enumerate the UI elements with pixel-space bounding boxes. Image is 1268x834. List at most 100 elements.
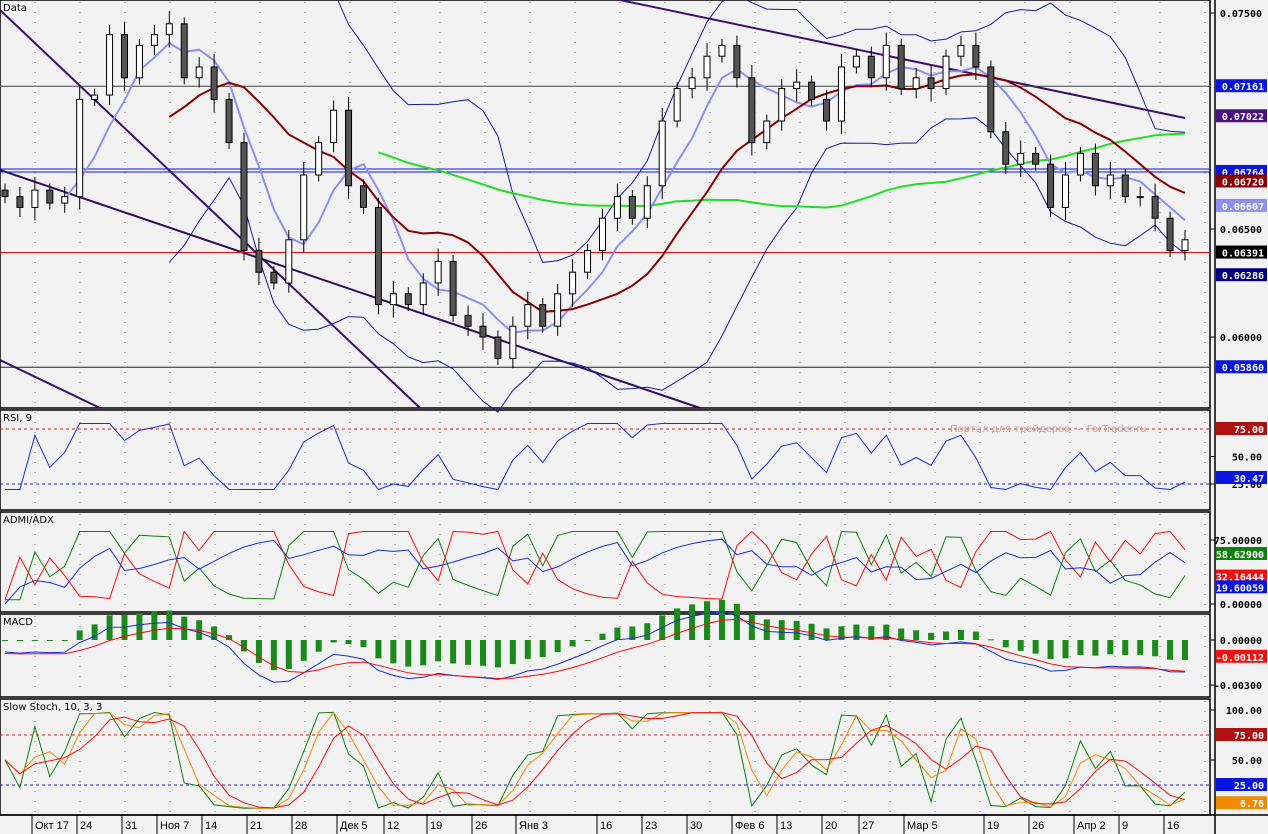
candle-body xyxy=(569,271,577,295)
candle-body xyxy=(1,189,9,198)
candle-body xyxy=(882,44,890,79)
candle-body xyxy=(987,66,995,133)
candle-body xyxy=(31,189,39,208)
price-badge-label: 19.60059 xyxy=(1216,583,1264,594)
candle-body xyxy=(524,304,532,327)
candle-body xyxy=(240,142,248,252)
macd-histogram-bar xyxy=(1047,640,1054,660)
candle-body xyxy=(270,271,278,284)
macd-histogram-bar xyxy=(733,603,740,640)
macd-histogram-bar xyxy=(614,627,621,640)
candle-body xyxy=(419,282,427,306)
panel-frame xyxy=(0,698,1211,816)
macd-histogram-bar xyxy=(943,631,950,640)
macd-histogram-bar xyxy=(420,640,427,666)
candle-body xyxy=(389,293,397,306)
price-badge-label: 0.07161 xyxy=(1222,82,1264,93)
macd-histogram-bar xyxy=(1167,640,1174,660)
price-badge-label: 75.00 xyxy=(1234,425,1264,436)
x-axis-label: 30 xyxy=(690,820,702,832)
candle-body xyxy=(106,34,114,96)
macd-histogram-bar xyxy=(957,629,964,640)
price-badge-label: 0.05860 xyxy=(1222,363,1264,374)
candle-body xyxy=(823,98,831,122)
macd-histogram-bar xyxy=(16,640,23,642)
macd-histogram-bar xyxy=(1182,640,1188,660)
price-badge-label: -0.00112 xyxy=(1216,653,1264,664)
macd-histogram-bar xyxy=(972,631,979,640)
candle-body xyxy=(1106,174,1114,187)
candle-body xyxy=(494,336,502,360)
candle-body xyxy=(1017,152,1025,165)
macd-histogram-bar xyxy=(584,640,591,641)
price-badge-label: 0.06391 xyxy=(1222,249,1264,260)
macd-histogram-bar xyxy=(300,640,307,661)
axis-tick-label: -0.00300 xyxy=(1214,681,1262,692)
macd-histogram-bar xyxy=(704,601,711,640)
macd-histogram-bar xyxy=(330,640,337,643)
candle-body xyxy=(1181,239,1189,252)
panel-title: ADMI/ADX xyxy=(3,515,54,526)
x-axis-label: 20 xyxy=(825,820,837,832)
candle-body xyxy=(912,77,920,90)
macd-histogram-bar xyxy=(360,640,367,648)
candle-body xyxy=(76,98,84,198)
macd-histogram-bar xyxy=(435,640,442,662)
macd-histogram-bar xyxy=(1002,640,1009,648)
x-axis-label: 16 xyxy=(600,820,612,832)
price-badge-label: 0.06720 xyxy=(1222,177,1264,188)
candle-body xyxy=(374,206,382,306)
candle-body xyxy=(867,55,875,79)
candle-body xyxy=(1076,152,1084,176)
candle-body xyxy=(359,185,367,208)
x-axis-label: 16 xyxy=(1167,820,1179,832)
macd-histogram-bar xyxy=(465,640,472,665)
x-axis-label: 19 xyxy=(987,820,999,832)
macd-histogram-bar xyxy=(479,640,486,666)
axis-tick-label: 100.00 xyxy=(1226,706,1262,717)
x-axis-label: 23 xyxy=(645,820,657,832)
macd-histogram-bar xyxy=(151,611,158,640)
candle-body xyxy=(225,98,233,144)
x-axis-label: 19 xyxy=(430,820,442,832)
candle-body xyxy=(584,250,592,273)
candle-body xyxy=(1091,152,1099,187)
candle-body xyxy=(778,88,786,122)
candle-body xyxy=(927,77,935,90)
candle-body xyxy=(165,23,173,36)
macd-histogram-bar xyxy=(76,630,83,640)
candle-body xyxy=(703,55,711,79)
x-axis-label: Янв 3 xyxy=(519,820,548,832)
candle-body xyxy=(1002,131,1010,165)
macd-histogram-bar xyxy=(1122,640,1129,656)
macd-histogram-bar xyxy=(450,640,457,664)
macd-histogram-bar xyxy=(2,640,8,641)
macd-histogram-bar xyxy=(1077,640,1084,656)
candle-body xyxy=(748,77,756,144)
candle-body xyxy=(479,325,487,338)
candle-body xyxy=(688,77,696,90)
x-axis-label: Апр 2 xyxy=(1077,820,1106,832)
candle-body xyxy=(434,260,442,284)
candle-body xyxy=(210,66,218,100)
candle-body xyxy=(1136,196,1144,199)
macd-histogram-bar xyxy=(405,640,412,667)
candle-body xyxy=(957,44,965,57)
candle-body xyxy=(300,174,308,241)
axis-tick-label: 0.06500 xyxy=(1220,225,1262,236)
x-axis-label: 9 xyxy=(1122,820,1128,832)
x-axis-label: 24 xyxy=(80,820,92,832)
macd-histogram-bar xyxy=(1062,640,1069,659)
candle-body xyxy=(255,250,263,273)
panel-title: MACD xyxy=(3,617,33,628)
macd-histogram-bar xyxy=(1032,640,1039,654)
x-axis-label: 14 xyxy=(205,820,217,832)
candle-body xyxy=(1032,152,1040,165)
candle-body xyxy=(1166,217,1174,252)
macd-histogram-bar xyxy=(1092,640,1099,656)
axis-tick-label: 0.07500 xyxy=(1220,9,1262,20)
x-axis-label: Окт 17 xyxy=(35,820,69,832)
price-badge-label: 25.00 xyxy=(1234,781,1264,792)
macd-histogram-bar xyxy=(46,640,53,641)
candle-body xyxy=(135,44,143,79)
